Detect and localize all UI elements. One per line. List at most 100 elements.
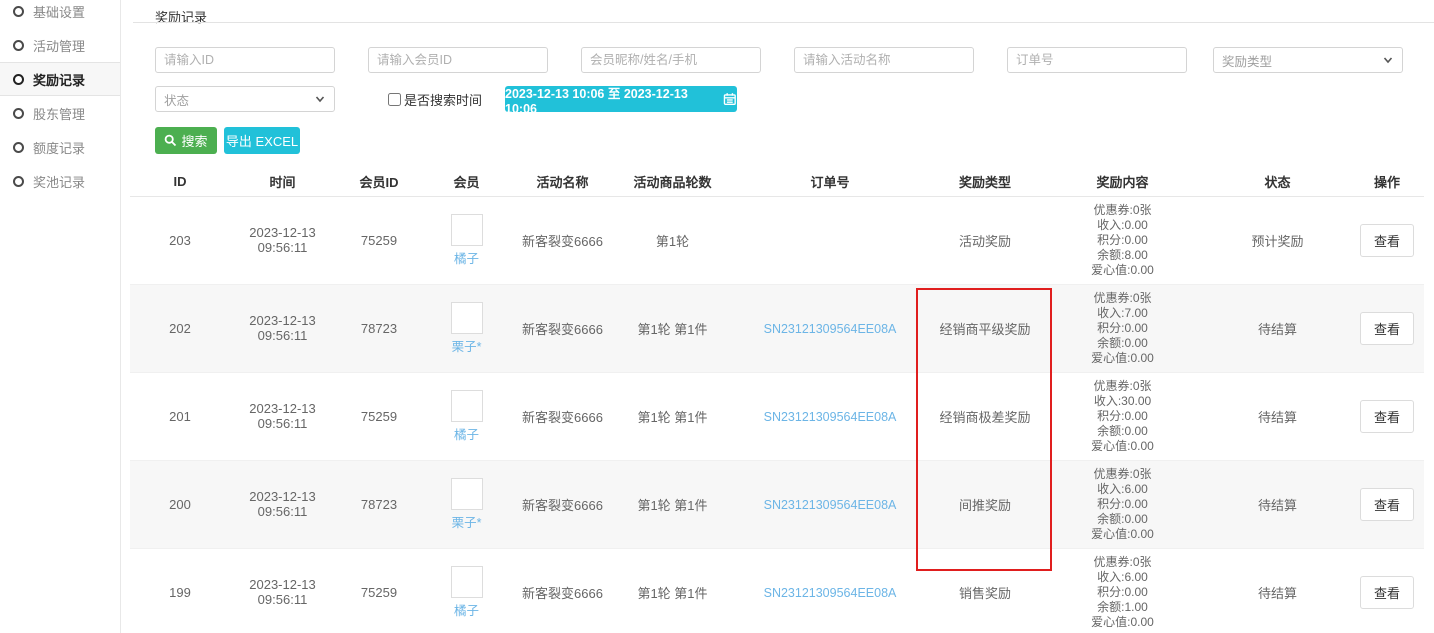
cell-reward-type: 间推奖励 xyxy=(930,460,1040,548)
status-select[interactable]: 状态 xyxy=(155,86,335,112)
reward-line: 收入:6.00 xyxy=(1040,482,1205,497)
cell-status: 待结算 xyxy=(1205,548,1350,633)
reward-line: 优惠券:0张 xyxy=(1040,467,1205,482)
reward-line: 收入:0.00 xyxy=(1040,218,1205,233)
member-id-input[interactable] xyxy=(368,47,548,73)
cell-member: 栗子* xyxy=(423,460,510,548)
cell-time: 2023-12-13 09:56:11 xyxy=(230,460,335,548)
sidebar-item-shareholder-management[interactable]: 股东管理 xyxy=(0,96,120,130)
cell-order-no: SN23121309564EE08A xyxy=(730,372,930,460)
sidebar-item-basic-settings[interactable]: 基础设置 xyxy=(0,0,120,28)
radio-circle-icon xyxy=(13,40,24,51)
member-name-link[interactable]: 栗子* xyxy=(452,336,482,355)
reward-line: 余额:0.00 xyxy=(1040,512,1205,527)
reward-line: 余额:0.00 xyxy=(1040,336,1205,351)
view-button[interactable]: 查看 xyxy=(1360,400,1414,433)
member-avatar xyxy=(451,566,483,598)
table-row: 201 2023-12-13 09:56:11 75259 橘子 新客裂变666… xyxy=(130,372,1424,460)
date-range-button[interactable]: 2023-12-13 10:06 至 2023-12-13 10:06 xyxy=(505,86,737,112)
radio-circle-icon xyxy=(13,142,24,153)
order-no-link[interactable]: SN23121309564EE08A xyxy=(764,498,897,512)
sidebar: 基础设置 活动管理 奖励记录 股东管理 额度记录 奖池记录 xyxy=(0,0,121,633)
reward-line: 积分:0.00 xyxy=(1040,497,1205,512)
column-header: 操作 xyxy=(1350,168,1424,196)
sidebar-item-prize-pool-records[interactable]: 奖池记录 xyxy=(0,164,120,198)
id-input[interactable] xyxy=(155,47,335,73)
export-excel-button[interactable]: 导出 EXCEL xyxy=(224,127,300,154)
reward-line: 收入:7.00 xyxy=(1040,306,1205,321)
member-name-link[interactable]: 橘子 xyxy=(454,248,479,267)
reward-line: 爱心值:0.00 xyxy=(1040,351,1205,366)
cell-actions: 查看 xyxy=(1350,460,1424,548)
reward-line: 积分:0.00 xyxy=(1040,409,1205,424)
order-no-link[interactable]: SN23121309564EE08A xyxy=(764,322,897,336)
radio-circle-icon xyxy=(13,6,24,17)
records-table-wrap: ID时间会员ID会员活动名称活动商品轮数订单号奖励类型奖励内容状态操作 203 … xyxy=(130,168,1424,633)
search-time-label: 是否搜索时间 xyxy=(404,90,482,109)
activity-name-input[interactable] xyxy=(794,47,974,73)
cell-member-id: 75259 xyxy=(335,196,423,284)
member-nickname-input[interactable] xyxy=(581,47,761,73)
member-name-link[interactable]: 橘子 xyxy=(454,424,479,443)
view-button[interactable]: 查看 xyxy=(1360,576,1414,609)
column-header: 会员ID xyxy=(335,168,423,196)
member-name-link[interactable]: 橘子 xyxy=(454,600,479,619)
table-row: 199 2023-12-13 09:56:11 75259 橘子 新客裂变666… xyxy=(130,548,1424,633)
cell-time: 2023-12-13 09:56:11 xyxy=(230,548,335,633)
sidebar-item-activity-management[interactable]: 活动管理 xyxy=(0,28,120,62)
cell-time: 2023-12-13 09:56:11 xyxy=(230,372,335,460)
sidebar-item-reward-records[interactable]: 奖励记录 xyxy=(0,62,120,96)
title-divider xyxy=(133,22,1434,23)
sidebar-item-label: 基础设置 xyxy=(33,2,85,21)
member-avatar xyxy=(451,302,483,334)
cell-id: 201 xyxy=(130,372,230,460)
page-title: 奖励记录 xyxy=(155,7,207,26)
cell-round: 第1轮 第1件 xyxy=(615,372,730,460)
reward-line: 优惠券:0张 xyxy=(1040,555,1205,570)
sidebar-item-label: 股东管理 xyxy=(33,104,85,123)
sidebar-item-label: 奖励记录 xyxy=(33,70,85,89)
cell-time: 2023-12-13 09:56:11 xyxy=(230,196,335,284)
date-range-text: 2023-12-13 10:06 至 2023-12-13 10:06 xyxy=(505,83,717,116)
reward-type-select[interactable]: 奖励类型 xyxy=(1213,47,1403,73)
sidebar-item-quota-records[interactable]: 额度记录 xyxy=(0,130,120,164)
cell-actions: 查看 xyxy=(1350,284,1424,372)
cell-reward-type: 销售奖励 xyxy=(930,548,1040,633)
cell-member: 橘子 xyxy=(423,196,510,284)
search-button-label: 搜索 xyxy=(181,131,207,150)
cell-actions: 查看 xyxy=(1350,372,1424,460)
search-time-checkbox[interactable] xyxy=(388,93,401,106)
cell-activity-name: 新客裂变6666 xyxy=(510,460,615,548)
search-button[interactable]: 搜索 xyxy=(155,127,217,154)
cell-reward-type: 经销商平级奖励 xyxy=(930,284,1040,372)
cell-member-id: 78723 xyxy=(335,460,423,548)
reward-line: 优惠券:0张 xyxy=(1040,379,1205,394)
cell-activity-name: 新客裂变6666 xyxy=(510,196,615,284)
cell-id: 200 xyxy=(130,460,230,548)
cell-reward-content: 优惠券:0张收入:30.00积分:0.00余额:0.00爱心值:0.00 xyxy=(1040,372,1205,460)
view-button[interactable]: 查看 xyxy=(1360,488,1414,521)
reward-line: 积分:0.00 xyxy=(1040,585,1205,600)
radio-circle-icon xyxy=(13,176,24,187)
cell-status: 待结算 xyxy=(1205,284,1350,372)
cell-member-id: 75259 xyxy=(335,548,423,633)
chevron-down-icon xyxy=(314,93,326,105)
cell-member-id: 78723 xyxy=(335,284,423,372)
cell-order-no: SN23121309564EE08A xyxy=(730,460,930,548)
sidebar-item-label: 额度记录 xyxy=(33,138,85,157)
reward-line: 爱心值:0.00 xyxy=(1040,615,1205,630)
order-no-input[interactable] xyxy=(1007,47,1187,73)
cell-actions: 查看 xyxy=(1350,196,1424,284)
cell-reward-content: 优惠券:0张收入:0.00积分:0.00余额:8.00爱心值:0.00 xyxy=(1040,196,1205,284)
table-row: 200 2023-12-13 09:56:11 78723 栗子* 新客裂变66… xyxy=(130,460,1424,548)
member-name-link[interactable]: 栗子* xyxy=(452,512,482,531)
records-table: ID时间会员ID会员活动名称活动商品轮数订单号奖励类型奖励内容状态操作 203 … xyxy=(130,168,1424,633)
order-no-link[interactable]: SN23121309564EE08A xyxy=(764,586,897,600)
status-select-label: 状态 xyxy=(164,90,189,109)
view-button[interactable]: 查看 xyxy=(1360,224,1414,257)
cell-reward-content: 优惠券:0张收入:6.00积分:0.00余额:1.00爱心值:0.00 xyxy=(1040,548,1205,633)
cell-round: 第1轮 第1件 xyxy=(615,284,730,372)
order-no-link[interactable]: SN23121309564EE08A xyxy=(764,410,897,424)
view-button[interactable]: 查看 xyxy=(1360,312,1414,345)
calendar-icon xyxy=(723,92,737,106)
